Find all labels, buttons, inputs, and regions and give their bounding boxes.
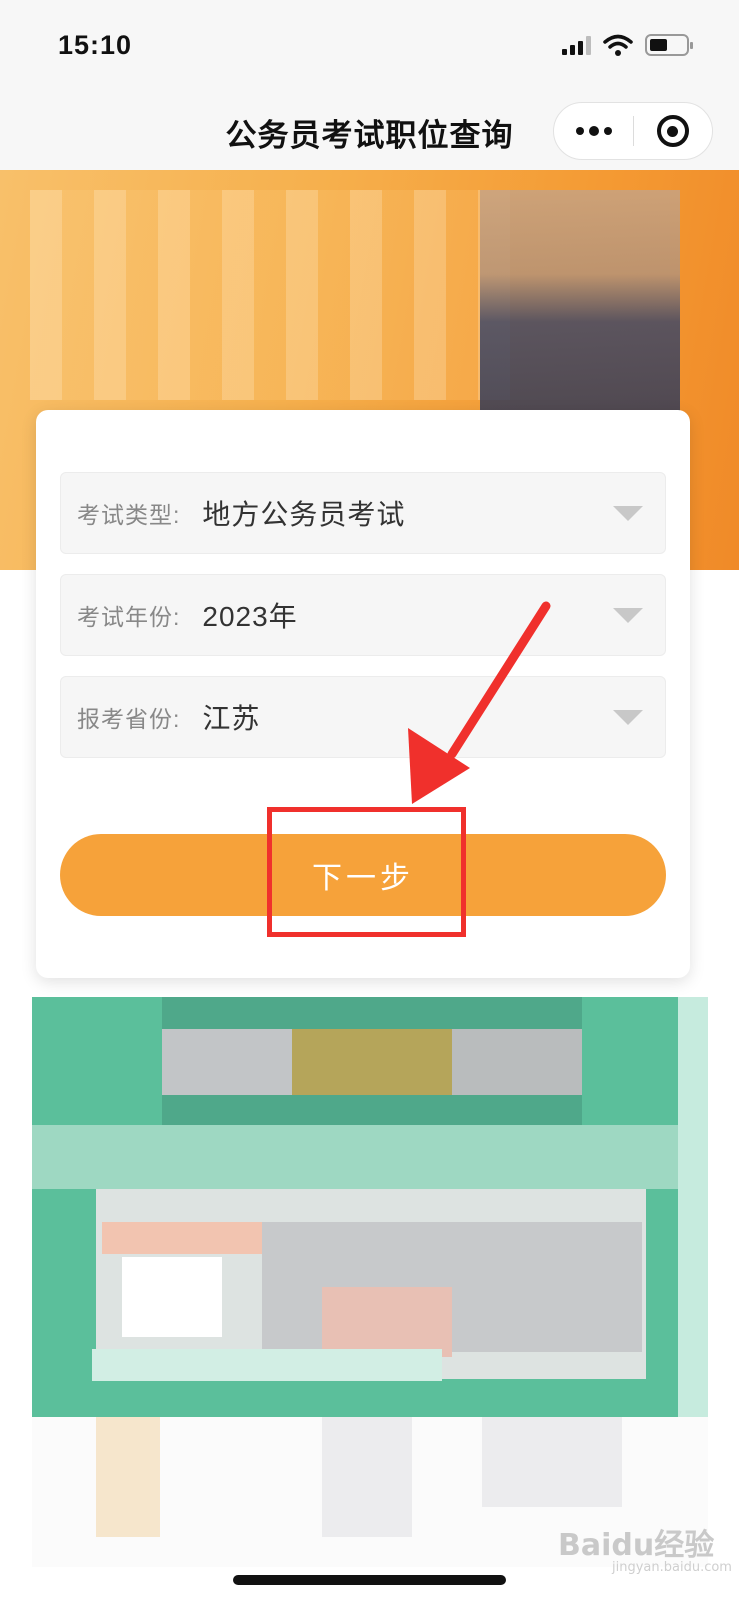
more-dots-icon[interactable] xyxy=(554,103,633,159)
annotation-highlight-box xyxy=(267,807,466,937)
province-value: 江苏 xyxy=(202,703,261,734)
dropdown-triangle-icon xyxy=(613,506,643,521)
dropdown-triangle-icon xyxy=(613,608,643,623)
status-time: 15:10 xyxy=(58,30,133,60)
exam-year-value: 2023年 xyxy=(202,601,298,632)
baidu-watermark-url: jingyan.baidu.com xyxy=(612,1560,732,1575)
exam-type-value: 地方公务员考试 xyxy=(202,499,406,530)
province-label: 报考省份: xyxy=(77,706,181,732)
exam-type-select[interactable]: 考试类型: 地方公务员考试 xyxy=(60,472,666,554)
status-bar: 15:10 xyxy=(0,0,739,90)
province-select[interactable]: 报考省份: 江苏 xyxy=(60,676,666,758)
status-icons xyxy=(562,34,693,56)
exam-year-select[interactable]: 考试年份: 2023年 xyxy=(60,574,666,656)
dropdown-triangle-icon xyxy=(613,710,643,725)
nav-bar: 公务员考试职位查询 xyxy=(0,90,739,170)
exam-type-label: 考试类型: xyxy=(77,502,181,528)
exam-year-label: 考试年份: xyxy=(77,604,181,630)
promo-image xyxy=(32,997,708,1417)
signal-icon xyxy=(562,35,591,55)
mini-program-capsule xyxy=(553,102,713,160)
baidu-watermark: Baidu经验 xyxy=(558,1528,715,1563)
wifi-icon xyxy=(603,34,633,56)
battery-icon xyxy=(645,34,693,56)
home-indicator[interactable] xyxy=(233,1575,506,1585)
target-close-icon[interactable] xyxy=(634,103,712,159)
